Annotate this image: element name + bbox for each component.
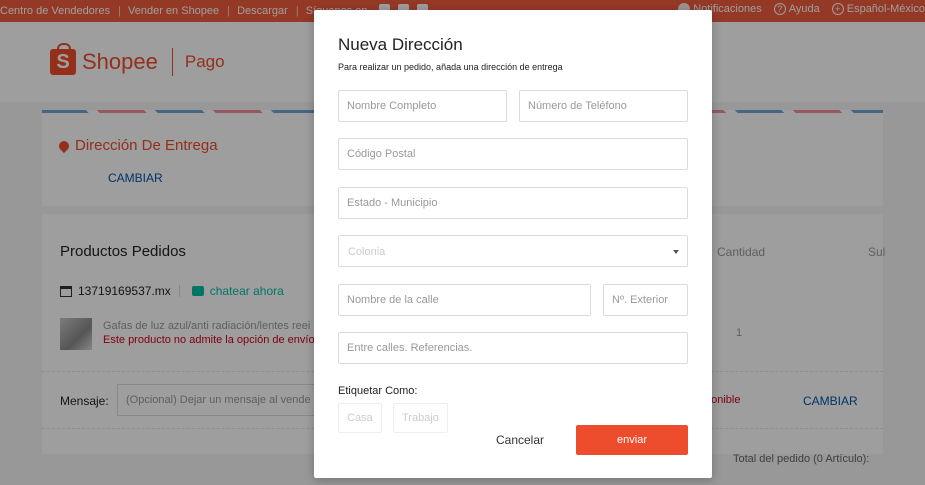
colonia-select[interactable]: Colonia	[338, 235, 688, 267]
modal-title: Nueva Dirección	[338, 35, 463, 54]
postal-code-input[interactable]	[338, 138, 688, 170]
full-name-input[interactable]	[338, 90, 507, 122]
street-name-input[interactable]	[338, 284, 591, 316]
colonia-placeholder: Colonia	[348, 246, 386, 258]
submit-button[interactable]: enviar	[576, 425, 688, 455]
chevron-down-icon	[673, 250, 679, 254]
phone-input[interactable]	[519, 90, 688, 122]
references-input[interactable]	[338, 332, 688, 364]
tag-work-chip[interactable]: Trabajo	[393, 403, 448, 433]
tag-label: Etiquetar Como:	[338, 385, 418, 397]
cancel-button[interactable]: Cancelar	[480, 426, 560, 454]
exterior-number-input[interactable]	[603, 284, 688, 316]
new-address-modal: Nueva Dirección Para realizar un pedido,…	[314, 10, 712, 478]
modal-subtitle: Para realizar un pedido, añada una direc…	[338, 62, 563, 72]
state-municipality-input[interactable]	[338, 187, 688, 219]
tag-home-chip[interactable]: Casa	[338, 403, 382, 433]
